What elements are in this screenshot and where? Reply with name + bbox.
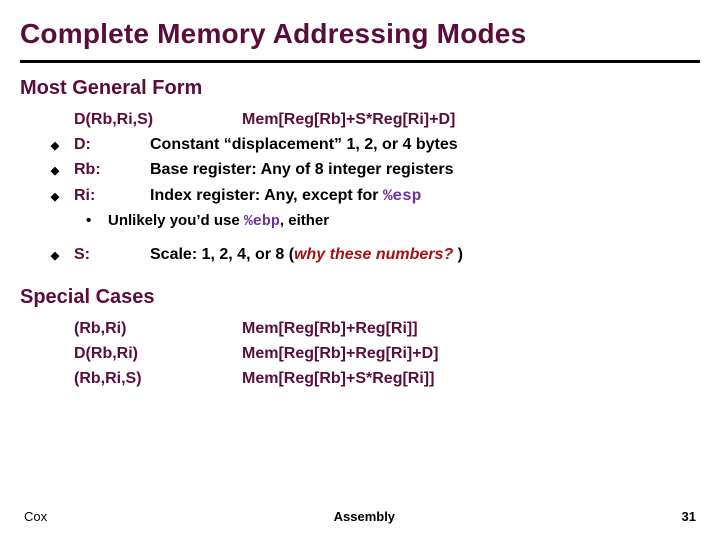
item-ri-desc-mono: %esp [383,187,421,205]
item-rb-label: Rb: [74,158,140,181]
title-rule [20,60,700,63]
diamond-icon: ◆ [46,163,64,179]
note-mono: %ebp [244,213,280,230]
general-form-block: D(Rb,Ri,S) Mem[Reg[Rb]+S*Reg[Ri]+D] ◆ D:… [0,108,720,266]
item-s-desc-suffix: ) [453,246,463,263]
item-s-row: ◆ S: Scale: 1, 2, 4, or 8 (why these num… [46,243,700,266]
special-cases-block: (Rb,Ri) Mem[Reg[Rb]+Reg[Ri]] D(Rb,Ri) Me… [0,317,720,391]
item-s-desc-emph: why these numbers? [294,246,453,263]
slide: Complete Memory Addressing Modes Most Ge… [0,0,720,540]
footer-author: Cox [24,509,47,524]
special-syntax-1: D(Rb,Ri) [74,342,232,365]
special-syntax-2: (Rb,Ri,S) [74,367,232,390]
item-s-desc: Scale: 1, 2, 4, or 8 (why these numbers?… [150,243,463,266]
note-row: • Unlikely you’d use %ebp, either [86,210,700,233]
bullet-icon: • [86,213,100,228]
general-syntax-row: D(Rb,Ri,S) Mem[Reg[Rb]+S*Reg[Ri]+D] [46,108,700,131]
note-suffix: , either [280,212,329,229]
item-s-label: S: [74,243,140,266]
section-heading-general: Most General Form [0,77,720,106]
item-ri-label: Ri: [74,184,140,207]
item-d-desc: Constant “displacement” 1, 2, or 4 bytes [150,133,458,156]
special-meaning-2: Mem[Reg[Rb]+S*Reg[Ri]] [242,367,434,390]
special-meaning-0: Mem[Reg[Rb]+Reg[Ri]] [242,317,418,340]
spacer [0,268,720,286]
special-row-0: (Rb,Ri) Mem[Reg[Rb]+Reg[Ri]] [46,317,700,340]
section-heading-special: Special Cases [0,286,720,315]
general-meaning: Mem[Reg[Rb]+S*Reg[Ri]+D] [242,108,455,131]
item-rb-desc: Base register: Any of 8 integer register… [150,158,454,181]
slide-footer: Cox Assembly 31 [0,509,720,524]
slide-title: Complete Memory Addressing Modes [0,0,720,56]
note-prefix: Unlikely you’d use [108,212,244,229]
item-d-label: D: [74,133,140,156]
item-ri-desc: Index register: Any, except for %esp [150,184,421,208]
special-syntax-0: (Rb,Ri) [74,317,232,340]
special-row-1: D(Rb,Ri) Mem[Reg[Rb]+Reg[Ri]+D] [46,342,700,365]
footer-topic: Assembly [334,509,395,524]
note-text: Unlikely you’d use %ebp, either [108,210,329,233]
item-s-desc-prefix: Scale: 1, 2, 4, or 8 ( [150,246,294,263]
special-row-2: (Rb,Ri,S) Mem[Reg[Rb]+S*Reg[Ri]] [46,367,700,390]
diamond-icon: ◆ [46,248,64,264]
diamond-icon: ◆ [46,138,64,154]
special-meaning-1: Mem[Reg[Rb]+Reg[Ri]+D] [242,342,438,365]
item-ri-desc-prefix: Index register: Any, except for [150,187,383,204]
item-d-row: ◆ D: Constant “displacement” 1, 2, or 4 … [46,133,700,156]
diamond-icon: ◆ [46,189,64,205]
footer-page-number: 31 [682,509,696,524]
item-ri-row: ◆ Ri: Index register: Any, except for %e… [46,184,700,208]
general-syntax: D(Rb,Ri,S) [74,108,232,131]
item-rb-row: ◆ Rb: Base register: Any of 8 integer re… [46,158,700,181]
